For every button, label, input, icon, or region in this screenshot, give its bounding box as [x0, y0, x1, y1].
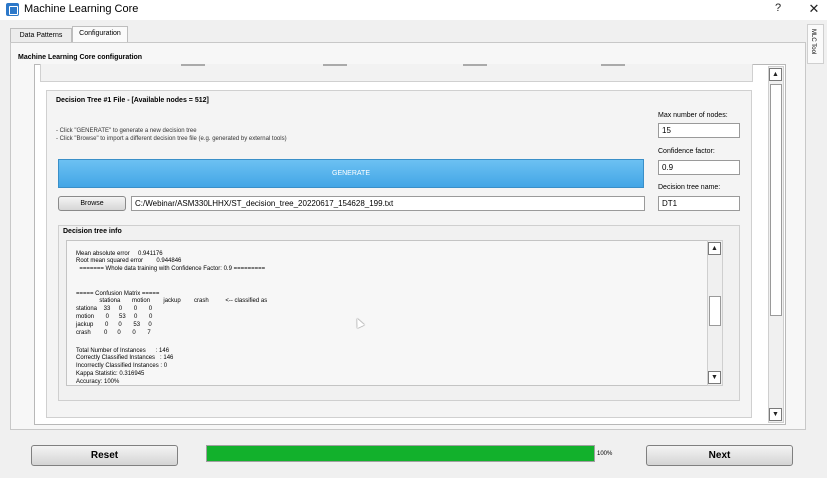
decision-tree-info-title: Decision tree info	[63, 228, 122, 235]
scroll-up-arrow-icon[interactable]: ▲	[769, 68, 782, 81]
info-line: stationa motion jackup crash <-- classif…	[76, 298, 268, 304]
confidence-factor-label: Confidence factor:	[658, 148, 715, 155]
close-button[interactable]: ✕	[805, 1, 823, 17]
tree-file-path-input[interactable]: C:/Webinar/ASM330LHHX/ST_decision_tree_2…	[131, 196, 645, 211]
info-scroll-thumb[interactable]	[709, 296, 721, 326]
info-line: Root mean squared error 0.944846	[76, 258, 182, 264]
next-button[interactable]: Next	[646, 445, 793, 466]
info-scroll-up-arrow-icon[interactable]: ▲	[708, 242, 721, 255]
max-nodes-input[interactable]: 15	[658, 123, 740, 138]
config-scroll-thumb[interactable]	[770, 84, 782, 316]
tree-name-input[interactable]: DT1	[658, 196, 740, 211]
side-tab-mlc-tool[interactable]: MLC Tool	[807, 24, 824, 64]
decision-tree-title: Decision Tree #1 File - [Available nodes…	[56, 97, 209, 104]
info-line: jackup 0 0 53 0	[76, 322, 152, 328]
side-tab-label: MLC Tool	[810, 29, 816, 55]
info-line: Mean absolute error 0.941176	[76, 251, 163, 257]
info-line: ===== Confusion Matrix =====	[76, 291, 160, 297]
generate-hint: - Click "GENERATE" to generate a new dec…	[56, 128, 197, 134]
previous-section	[40, 64, 753, 82]
confidence-factor-input[interactable]: 0.9	[658, 160, 740, 175]
app-icon	[6, 3, 19, 16]
info-line: crash 0 0 0 7	[76, 330, 151, 336]
tree-name-label: Decision tree name:	[658, 184, 721, 191]
config-header: Machine Learning Core configuration	[18, 54, 143, 61]
max-nodes-label: Max number of nodes:	[658, 112, 728, 119]
window-title: Machine Learning Core	[24, 3, 139, 15]
decision-tree-info-text[interactable]: Mean absolute error 0.941176 Root mean s…	[66, 240, 708, 386]
progress-bar	[206, 445, 595, 462]
browse-hint: - Click "Browse" to import a different d…	[56, 136, 287, 142]
tab-data-patterns[interactable]: Data Patterns	[10, 28, 72, 42]
info-scroll-down-arrow-icon[interactable]: ▼	[708, 371, 721, 384]
progress-fill	[207, 446, 594, 461]
browse-button[interactable]: Browse	[58, 196, 126, 211]
info-line: ======= Whole data training with Confide…	[76, 266, 266, 272]
help-button[interactable]: ?	[775, 2, 781, 14]
progress-label: 100%	[597, 451, 613, 457]
title-bar: Machine Learning Core ? ✕	[0, 0, 827, 20]
scroll-down-arrow-icon[interactable]: ▼	[769, 408, 782, 421]
info-line: Kappa Statistic: 0.316945	[76, 371, 145, 377]
info-line: Correctly Classified Instances : 146	[76, 355, 174, 361]
info-line: Accuracy: 100%	[76, 379, 120, 385]
tab-configuration[interactable]: Configuration	[72, 26, 128, 42]
info-line: Incorrectly Classified Instances : 0	[76, 363, 168, 369]
info-line: motion 0 53 0 0	[76, 314, 153, 320]
info-line: Total Number of Instances : 146	[76, 348, 170, 354]
generate-button[interactable]: GENERATE	[58, 159, 644, 188]
info-line: stationa 33 0 0 0	[76, 306, 153, 312]
reset-button[interactable]: Reset	[31, 445, 178, 466]
